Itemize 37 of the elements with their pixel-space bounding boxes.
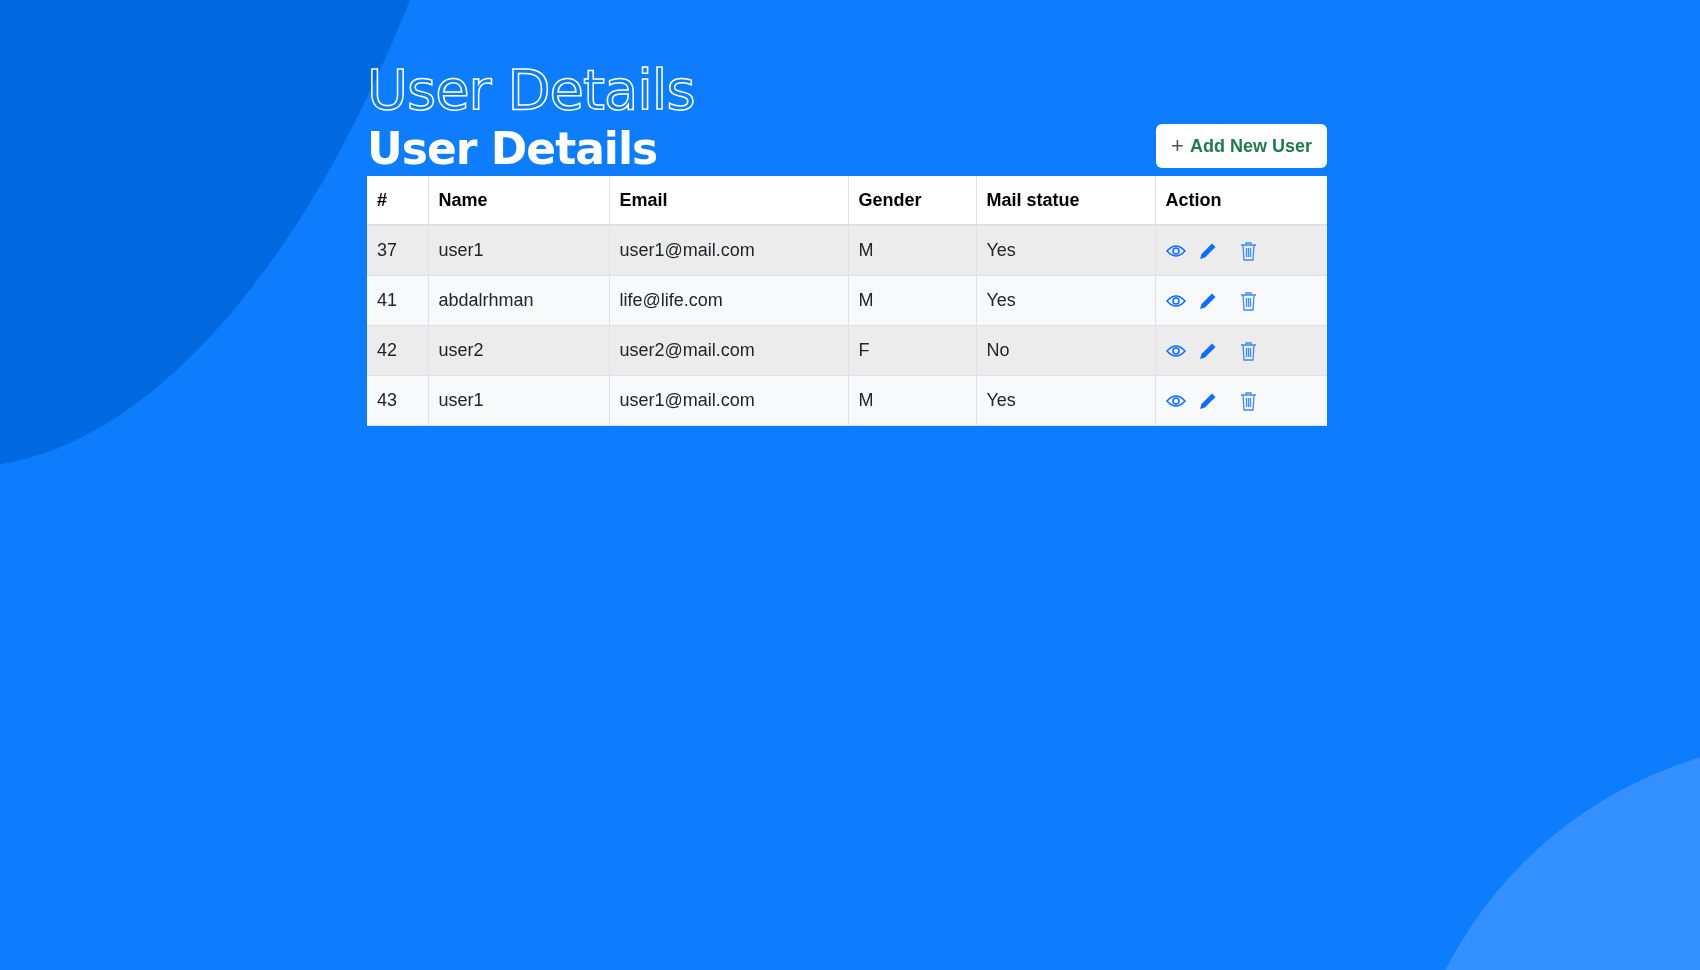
column-header: Gender	[848, 176, 976, 225]
table-cell: Yes	[976, 225, 1155, 276]
table-cell: No	[976, 325, 1155, 376]
table-cell: user1	[428, 375, 609, 426]
column-header: Email	[609, 176, 848, 225]
table-cell: M	[848, 275, 976, 326]
table-cell: user1	[428, 225, 609, 276]
table-cell: M	[848, 375, 976, 426]
delete-trash-icon[interactable]	[1239, 390, 1257, 411]
column-header: #	[367, 176, 428, 225]
table-cell: abdalrhman	[428, 275, 609, 326]
table-cell: user2@mail.com	[609, 325, 848, 376]
table-cell: Yes	[976, 375, 1155, 426]
add-new-user-button[interactable]: + Add New User	[1156, 124, 1327, 168]
table-cell: user2	[428, 325, 609, 376]
table-cell: user1@mail.com	[609, 375, 848, 426]
table-cell: 43	[367, 375, 428, 426]
delete-trash-icon[interactable]	[1239, 290, 1257, 311]
view-eye-icon[interactable]	[1165, 293, 1186, 308]
delete-trash-icon[interactable]	[1239, 340, 1257, 361]
page-title: User Details	[367, 122, 658, 176]
table-cell: 42	[367, 325, 428, 376]
table-cell: Yes	[976, 275, 1155, 326]
outlined-title: User Details	[367, 58, 695, 122]
view-eye-icon[interactable]	[1165, 393, 1186, 408]
table-cell: user1@mail.com	[609, 225, 848, 276]
column-header: Mail statue	[976, 176, 1155, 225]
column-header: Action	[1155, 176, 1327, 225]
table-cell: 37	[367, 225, 428, 276]
table-cell: 41	[367, 275, 428, 326]
delete-trash-icon[interactable]	[1239, 240, 1257, 261]
table-cell: life@life.com	[609, 275, 848, 326]
table-cell: M	[848, 225, 976, 276]
column-header: Name	[428, 176, 609, 225]
table-cell: F	[848, 325, 976, 376]
view-eye-icon[interactable]	[1165, 343, 1186, 358]
view-eye-icon[interactable]	[1165, 243, 1186, 258]
